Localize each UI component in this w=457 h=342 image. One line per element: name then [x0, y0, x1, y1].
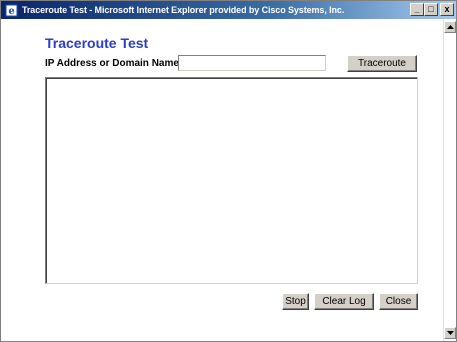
traceroute-log[interactable] — [45, 77, 418, 284]
page-title: Traceroute Test — [45, 35, 149, 51]
minimize-button[interactable]: _ — [410, 3, 424, 16]
ip-address-input[interactable] — [178, 55, 326, 71]
ip-address-label: IP Address or Domain Name: — [45, 58, 183, 69]
browser-window: e Traceroute Test - Microsoft Internet E… — [0, 0, 457, 342]
window-title: Traceroute Test - Microsoft Internet Exp… — [22, 5, 345, 15]
ie-icon: e — [4, 3, 18, 17]
svg-text:e: e — [8, 6, 14, 17]
close-window-button[interactable]: x — [440, 3, 454, 16]
title-bar[interactable]: e Traceroute Test - Microsoft Internet E… — [1, 1, 456, 19]
arrow-up-icon[interactable] — [444, 21, 456, 33]
arrow-down-icon[interactable] — [444, 327, 456, 339]
stop-button[interactable]: Stop — [282, 293, 309, 310]
maximize-button[interactable]: □ — [424, 3, 438, 16]
clear-log-button[interactable]: Clear Log — [314, 293, 374, 310]
traceroute-button[interactable]: Traceroute — [347, 55, 417, 72]
close-button[interactable]: Close — [379, 293, 418, 310]
window-controls: _ □ x — [410, 3, 454, 16]
vertical-scrollbar[interactable] — [443, 19, 456, 341]
